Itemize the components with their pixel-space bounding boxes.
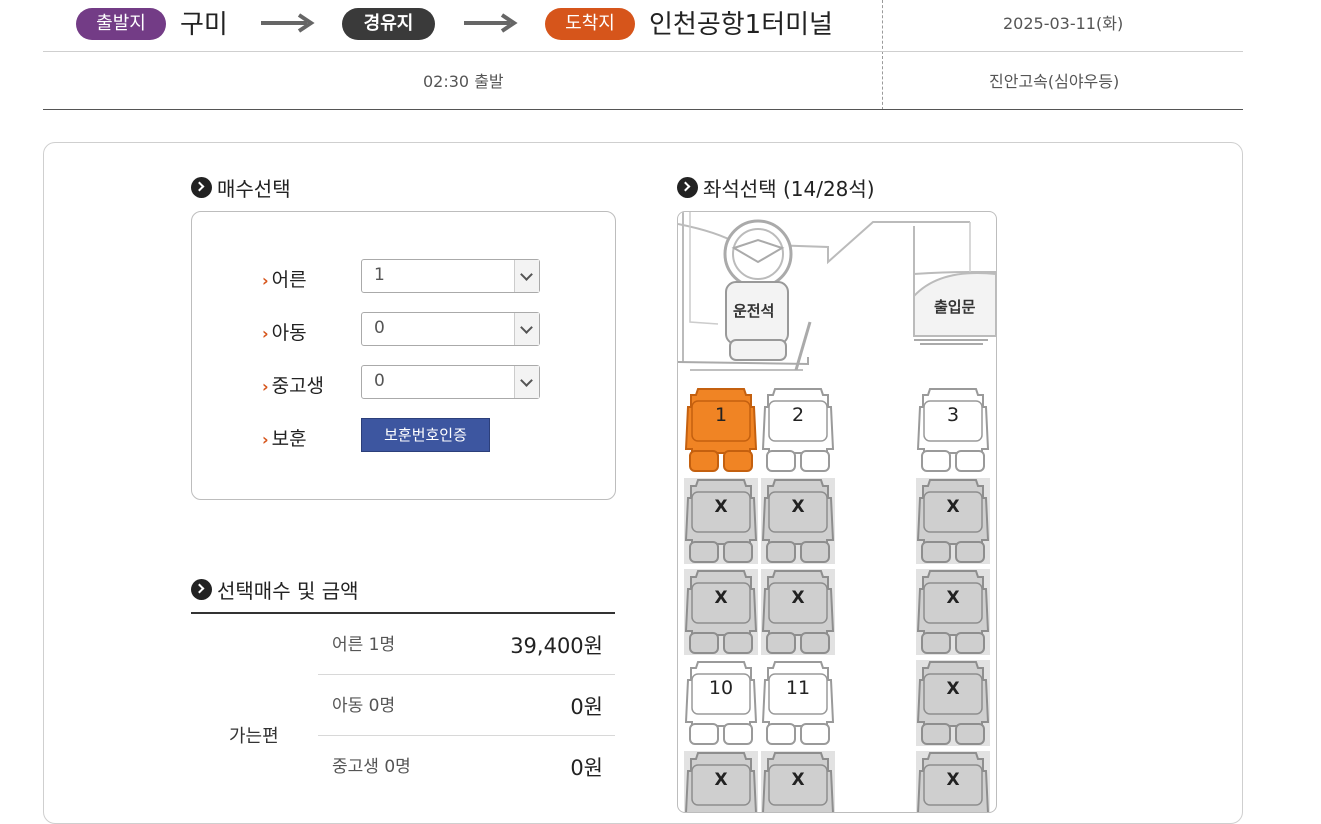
seat-number: 11 <box>785 677 811 699</box>
table-row: 어른 1명 39,400원 <box>318 614 615 675</box>
adult-count-select[interactable]: 1 <box>361 259 540 293</box>
seat-sold: X <box>684 569 758 655</box>
seat-number: 3 <box>946 404 960 426</box>
bus-company: 진안고속(심야우등) <box>989 72 1120 91</box>
circle-arrow-icon <box>677 177 698 198</box>
veteran-label: › 보훈 <box>262 428 307 450</box>
fare-summary-table: 가는편 어른 1명 39,400원 아동 0명 0원 중고생 0명 0원 <box>191 612 615 780</box>
header-bottom-rule <box>43 109 1243 110</box>
ticket-count-box: › 어른 1 › 아동 0 › 중고생 0 › 보훈 보훈번호인증 <box>191 211 616 500</box>
seat-icon <box>761 478 835 564</box>
header-divider <box>882 0 883 110</box>
seat-sold: X <box>916 751 990 812</box>
departure-time: 02:30 출발 <box>423 72 504 91</box>
chevron-right-icon: › <box>262 324 269 343</box>
seat-number: X <box>946 679 960 699</box>
seat-icon <box>684 388 758 472</box>
chevron-down-icon <box>514 313 539 345</box>
seat-sold: X <box>761 751 835 812</box>
chevron-down-icon <box>514 366 539 398</box>
seat-number: X <box>946 588 960 608</box>
chevron-right-icon: › <box>262 377 269 396</box>
seat-number: X <box>714 497 728 517</box>
student-label: › 중고생 <box>262 375 325 397</box>
seat-icon <box>761 661 835 745</box>
student-count-select[interactable]: 0 <box>361 365 540 399</box>
seat-number: 10 <box>708 677 734 699</box>
seat-icon <box>916 478 990 564</box>
departure-date: 2025-03-11(화) <box>1003 14 1124 33</box>
route-arrow-icon <box>261 13 315 33</box>
seat-sold: X <box>684 751 758 812</box>
seat-sold: X <box>684 478 758 564</box>
seat-available[interactable]: 10 <box>684 660 758 746</box>
seat-icon <box>684 478 758 564</box>
seat-icon <box>916 569 990 655</box>
seat-sold: X <box>761 478 835 564</box>
arrival-tag: 도착지 <box>545 8 635 40</box>
summary-section-title: 선택매수 및 금액 <box>191 575 359 604</box>
seat-number: X <box>714 588 728 608</box>
chevron-right-icon: › <box>262 430 269 449</box>
seat-number: 2 <box>791 404 805 426</box>
seat-icon <box>684 661 758 745</box>
seat-icon <box>761 388 835 472</box>
seat-map: 운전석 출입문 1 2 3 X X X X X X 10 11 X X X X <box>677 211 997 813</box>
table-row: 아동 0명 0원 <box>318 675 615 736</box>
route-arrow-icon <box>464 13 518 33</box>
child-label: › 아동 <box>262 322 307 344</box>
seat-section-title: 좌석선택 (14/28석) <box>677 173 875 202</box>
count-section-title: 매수선택 <box>191 173 291 202</box>
seat-number: X <box>791 588 805 608</box>
trip-direction-label: 가는편 <box>229 726 279 747</box>
seat-icon <box>916 388 990 472</box>
seat-available[interactable]: 3 <box>916 387 990 473</box>
via-tag: 경유지 <box>342 8 435 40</box>
seat-available[interactable]: 2 <box>761 387 835 473</box>
veteran-verify-button[interactable]: 보훈번호인증 <box>361 418 490 452</box>
circle-arrow-icon <box>191 177 212 198</box>
arrival-city: 인천공항1터미널 <box>649 10 833 40</box>
seat-number: X <box>714 770 728 790</box>
child-count-select[interactable]: 0 <box>361 312 540 346</box>
seat-number: X <box>791 497 805 517</box>
route-header: 출발지 구미 경유지 도착지 인천공항1터미널 2025-03-11(화) 02… <box>43 0 1243 110</box>
seat-icon <box>684 569 758 655</box>
seat-number: 1 <box>714 404 728 426</box>
header-rule <box>43 51 1243 52</box>
seat-number: X <box>946 770 960 790</box>
seat-icon <box>761 569 835 655</box>
door-label: 출입문 <box>934 298 976 316</box>
circle-arrow-icon <box>191 579 212 600</box>
chevron-down-icon <box>514 260 539 292</box>
seat-number: X <box>946 497 960 517</box>
adult-label: › 어른 <box>262 269 307 291</box>
chevron-right-icon: › <box>262 271 269 290</box>
table-row: 중고생 0명 0원 <box>332 756 603 780</box>
seat-icon <box>916 660 990 746</box>
driver-seat-label: 운전석 <box>733 302 775 320</box>
seat-sold: X <box>761 569 835 655</box>
seat-selected[interactable]: 1 <box>684 387 758 473</box>
seat-sold: X <box>916 660 990 746</box>
departure-city: 구미 <box>180 10 228 40</box>
seat-available[interactable]: 11 <box>761 660 835 746</box>
seat-sold: X <box>916 569 990 655</box>
seat-sold: X <box>916 478 990 564</box>
seat-number: X <box>791 770 805 790</box>
departure-tag: 출발지 <box>76 8 166 40</box>
